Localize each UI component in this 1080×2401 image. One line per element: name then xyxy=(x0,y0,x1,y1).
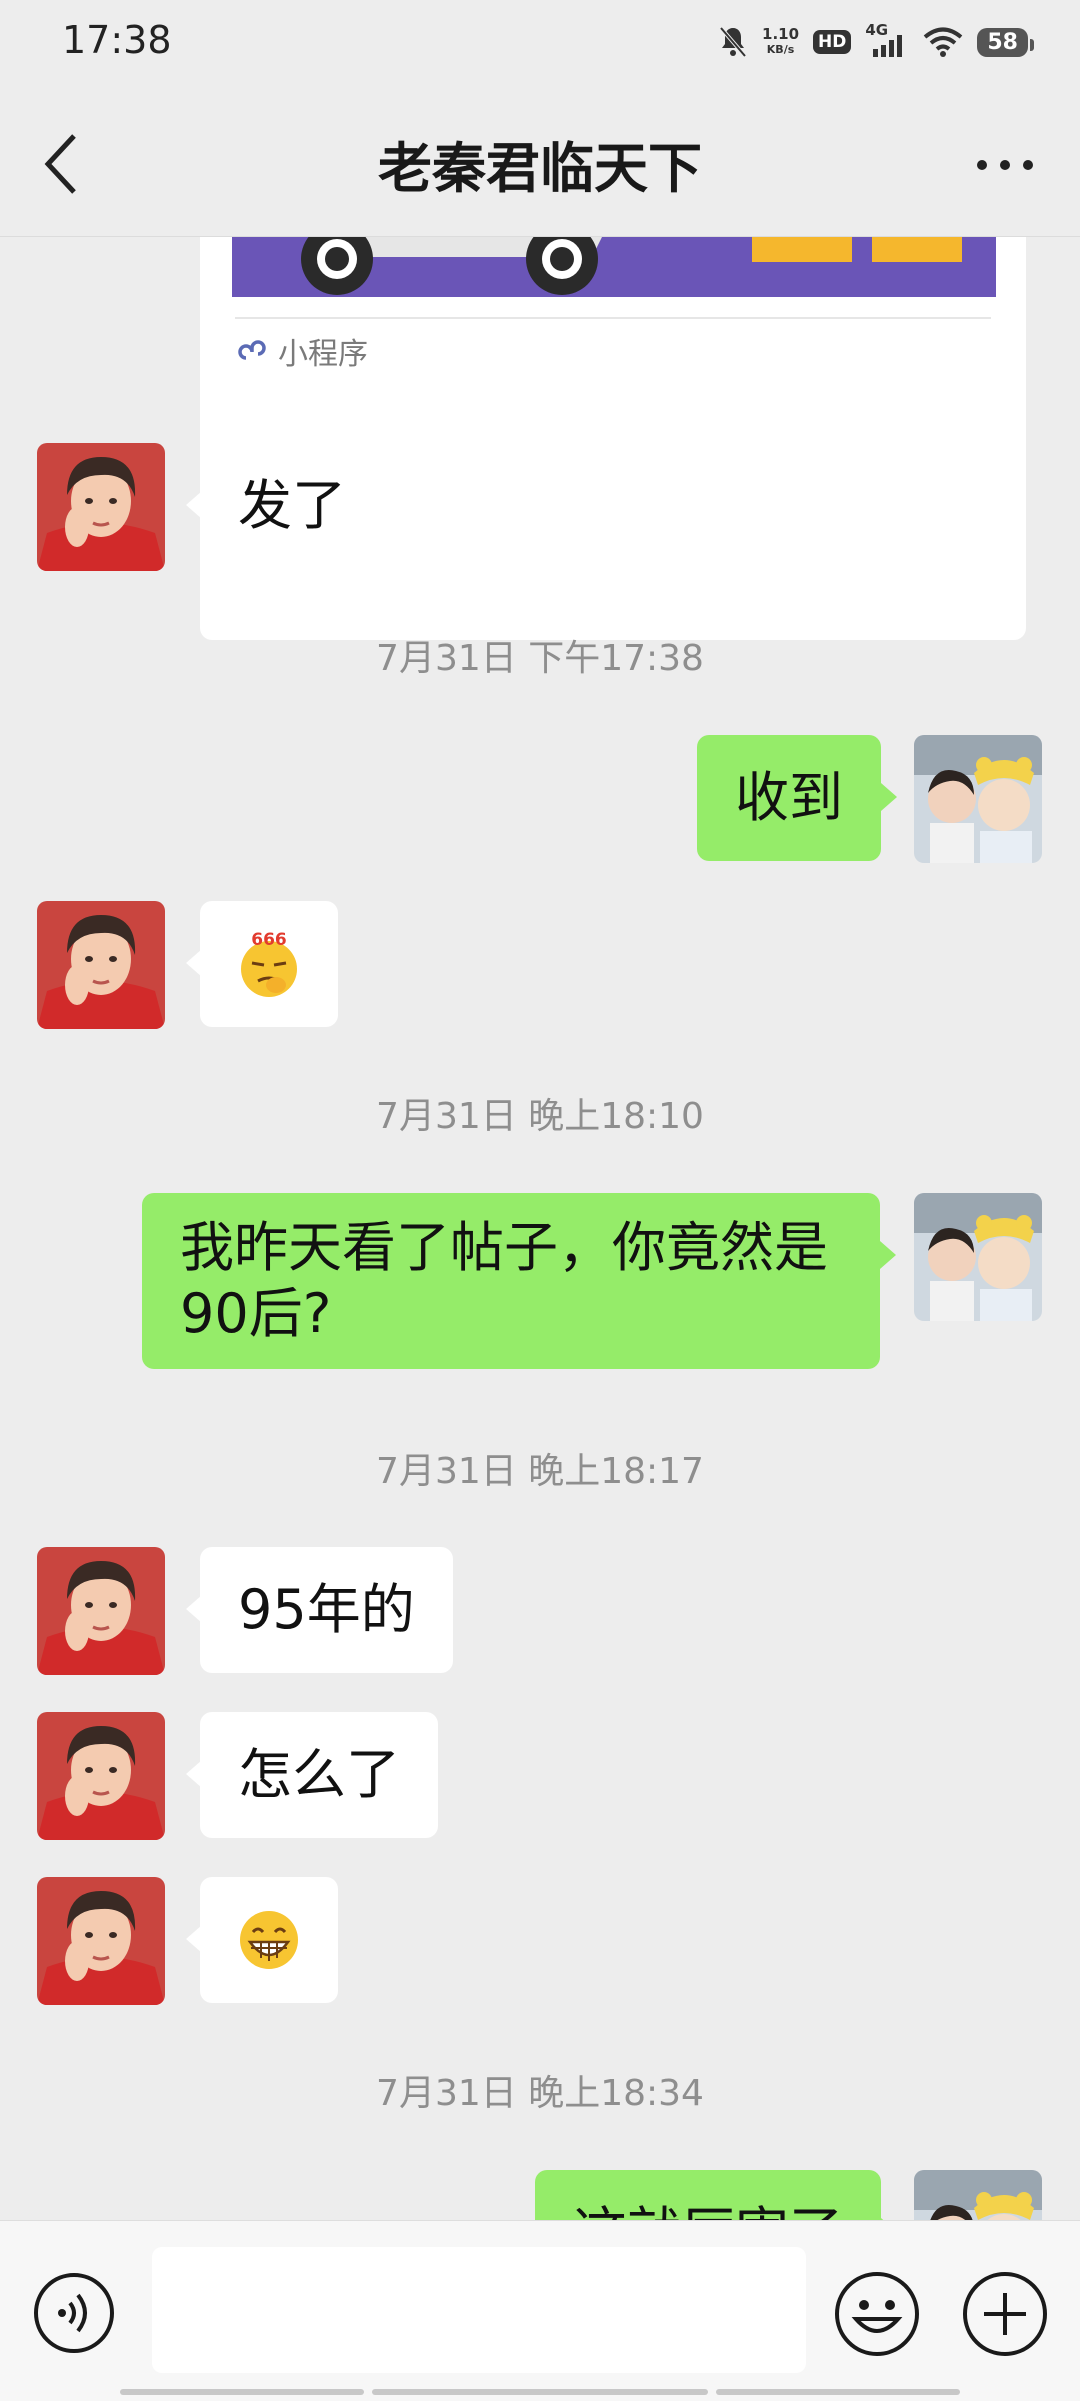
666-emoji-text: 666 xyxy=(251,930,287,950)
input-bar xyxy=(0,2220,1080,2401)
my-avatar[interactable] xyxy=(914,735,1042,863)
miniprogram-card[interactable]: 小程序 xyxy=(200,237,1026,640)
signal-icon: 4G xyxy=(865,21,909,59)
message-timestamp: 7月31日 晚上18:10 xyxy=(376,1096,704,1137)
miniprogram-label: 小程序 xyxy=(236,329,368,373)
miniprogram-footer-text: 小程序 xyxy=(278,337,368,372)
friend-avatar[interactable] xyxy=(37,1547,165,1675)
mute-bell-icon xyxy=(719,26,747,58)
666-emoji-icon: 666 xyxy=(241,930,297,997)
net-speed-unit: KB/s xyxy=(766,43,795,56)
battery-indicator: 58 xyxy=(977,27,1034,57)
net-speed-value: 1.10 xyxy=(762,25,800,43)
friend-avatar[interactable] xyxy=(37,901,165,1029)
emoji-face-icon[interactable] xyxy=(832,2269,922,2359)
miniprogram-link-icon xyxy=(238,340,266,360)
message-bubble-received[interactable]: 95年的 xyxy=(186,1547,453,1673)
my-avatar[interactable] xyxy=(914,2170,1042,2220)
status-time: 17:38 xyxy=(62,18,172,62)
friend-avatar[interactable] xyxy=(37,1712,165,1840)
miniprogram-card-image xyxy=(232,237,996,297)
message-bubble-received[interactable]: 怎么了 xyxy=(186,1712,438,1838)
message-list[interactable]: 小程序 发了 7月31日 下午17:38 收到 666 7月31日 晚上18:1… xyxy=(0,237,1080,2220)
message-bubble-received[interactable]: 发了 xyxy=(186,443,384,569)
nav-handle xyxy=(372,2389,708,2395)
hd-badge: HD xyxy=(813,30,852,54)
message-bubble-sent[interactable]: 收到 xyxy=(697,735,897,861)
net-speed: 1.10 KB/s xyxy=(762,27,799,57)
chat-title: 老秦君临天下 xyxy=(378,137,702,200)
my-avatar[interactable] xyxy=(914,1193,1042,1321)
nav-handle xyxy=(716,2389,960,2395)
wifi-icon xyxy=(924,27,963,57)
message-bubble-received[interactable]: 666 xyxy=(186,901,338,1027)
plus-icon[interactable] xyxy=(960,2269,1050,2359)
message-timestamp: 7月31日 晚上18:34 xyxy=(376,2073,704,2114)
more-options-icon[interactable] xyxy=(970,140,1040,190)
status-icons: 1.10 KB/s HD 4G 58 xyxy=(718,21,1034,62)
voice-icon[interactable] xyxy=(32,2271,116,2355)
nav-handle xyxy=(120,2389,364,2395)
message-input[interactable] xyxy=(152,2247,806,2373)
message-bubble-sent[interactable]: 我昨天看了帖子，你竟然是90后? xyxy=(142,1193,896,1369)
friend-avatar[interactable] xyxy=(37,1877,165,2005)
message-timestamp: 7月31日 晚上18:17 xyxy=(376,1451,704,1492)
card-divider xyxy=(235,317,991,319)
message-bubble-received[interactable] xyxy=(186,1877,338,2003)
friend-avatar[interactable] xyxy=(37,443,165,571)
message-bubble-sent[interactable]: 这就厉害了 xyxy=(535,2170,897,2220)
grin-emoji-icon xyxy=(240,1911,298,1969)
message-timestamp: 7月31日 下午17:38 xyxy=(376,638,704,679)
status-bar: 17:38 1.10 KB/s HD 4G 58 xyxy=(0,0,1080,84)
chat-header: 老秦君临天下 xyxy=(0,84,1080,237)
